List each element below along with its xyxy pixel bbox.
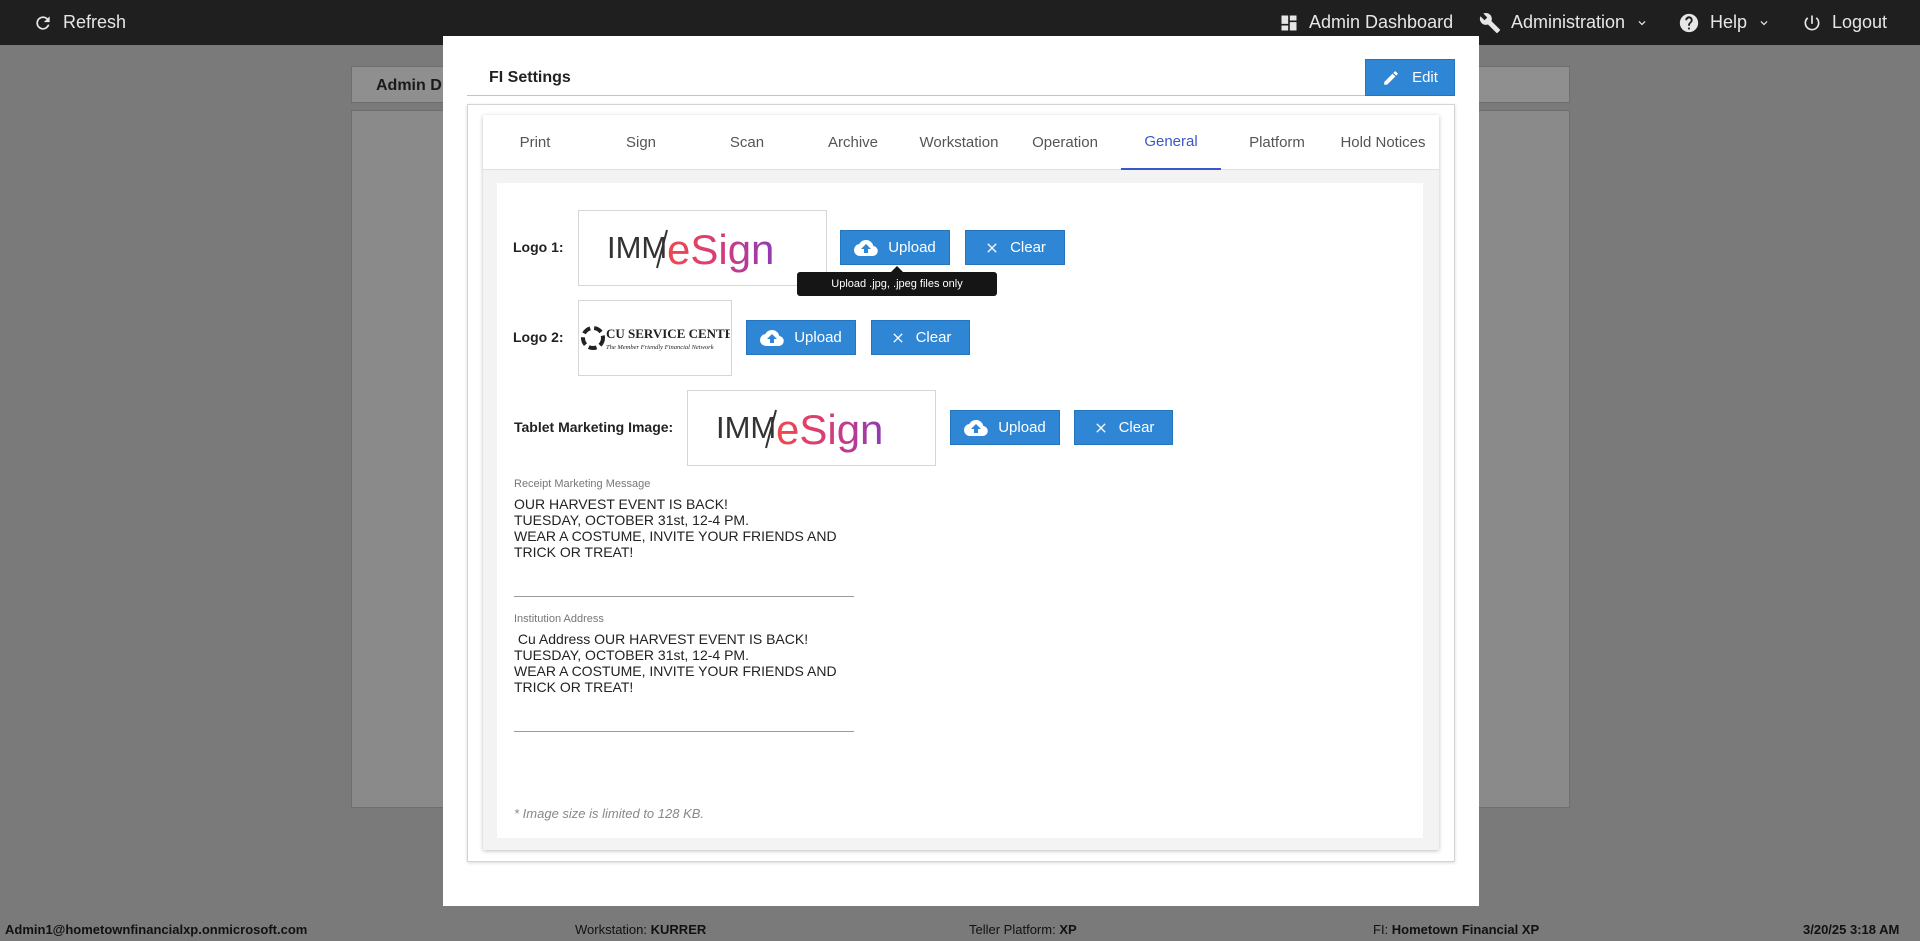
refresh-label: Refresh [63, 12, 127, 32]
logo2-clear-button[interactable]: Clear [871, 320, 970, 355]
refresh-icon [36, 15, 50, 30]
pencil-icon [1384, 70, 1398, 85]
tab-workstation[interactable]: Workstation [909, 115, 1009, 170]
logo1-clear-button[interactable]: Clear [965, 230, 1065, 265]
clear-label: Clear [1010, 239, 1046, 256]
tablet-upload-button[interactable]: Upload [950, 410, 1060, 445]
chevron-down-icon [1760, 20, 1768, 25]
tab-operation[interactable]: Operation [1015, 115, 1115, 170]
status-workstation: Workstation: KURRER [575, 922, 707, 937]
dashboard-icon [1281, 15, 1297, 30]
immesign-logo: IMM eSign [607, 226, 774, 273]
tablet-image-preview: IMM eSign [687, 390, 936, 466]
tablet-clear-button[interactable]: Clear [1074, 410, 1173, 445]
tab-archive[interactable]: Archive [803, 115, 903, 170]
receipt-message-textarea[interactable]: OUR HARVEST EVENT IS BACK! TUESDAY, OCTO… [514, 496, 837, 560]
logo1-preview: IMM eSign [578, 210, 827, 286]
help-menu[interactable]: Help [1678, 0, 1771, 45]
logo1-label: Logo 1: [513, 239, 564, 255]
tablet-image-label: Tablet Marketing Image: [514, 419, 674, 435]
settings-tabs: Print Sign Scan Archive Workstation Oper… [483, 115, 1439, 170]
chevron-down-icon [1638, 20, 1646, 25]
tab-print[interactable]: Print [485, 115, 585, 170]
status-datetime: 3/20/25 3:18 AM [1803, 922, 1900, 937]
tab-general[interactable]: General [1121, 115, 1221, 170]
modal-title: FI Settings [489, 69, 571, 86]
status-fi: FI: Hometown Financial XP [1373, 922, 1540, 937]
upload-label: Upload [794, 329, 842, 346]
svg-text:eSign: eSign [776, 406, 883, 453]
institution-address-label: Institution Address [514, 613, 604, 625]
image-size-note: * Image size is limited to 128 KB. [514, 806, 705, 821]
logo2-upload-button[interactable]: Upload [746, 320, 856, 355]
status-bar: Admin1@hometownfinancialxp.onmicrosoft.c… [0, 918, 1920, 941]
upload-tooltip: Upload .jpg, .jpeg files only [797, 266, 997, 296]
modal-header: FI Settings [467, 58, 1455, 96]
svg-text:The Member Friendly Financial: The Member Friendly Financial Network [606, 344, 714, 351]
immesign-logo: IMM eSign [716, 406, 883, 453]
receipt-message-label: Receipt Marketing Message [514, 478, 651, 490]
administration-label: Administration [1511, 12, 1626, 32]
tab-scan[interactable]: Scan [697, 115, 797, 170]
close-icon [1095, 422, 1106, 433]
administration-menu[interactable]: Administration [1479, 0, 1649, 45]
clear-label: Clear [1118, 419, 1155, 436]
institution-address-textarea[interactable]: Cu Address OUR HARVEST EVENT IS BACK! TU… [514, 631, 837, 695]
help-label: Help [1710, 12, 1748, 32]
logo2-preview: CU SERVICE CENTERS The Member Friendly F… [578, 300, 732, 376]
status-user: Admin1@hometownfinancialxp.onmicrosoft.c… [5, 922, 308, 937]
cloud-upload-icon [854, 239, 878, 256]
edit-label: Edit [1412, 69, 1438, 86]
close-icon [892, 332, 903, 343]
cloud-upload-icon [760, 329, 784, 346]
logo2-label: Logo 2: [513, 329, 564, 345]
cu-service-centers-logo: CU SERVICE CENTERS The Member Friendly F… [581, 326, 730, 351]
svg-text:CU SERVICE CENTERS: CU SERVICE CENTERS [606, 326, 730, 341]
close-icon [987, 242, 997, 253]
cloud-upload-icon [964, 419, 988, 436]
help-icon [1679, 13, 1699, 32]
tab-platform[interactable]: Platform [1227, 115, 1327, 170]
logo1-upload-button[interactable]: Upload [840, 230, 950, 265]
clear-label: Clear [915, 329, 952, 346]
tab-sign[interactable]: Sign [591, 115, 691, 170]
background-page-title: Admin D [376, 77, 442, 94]
admin-dashboard-label: Admin Dashboard [1309, 12, 1454, 32]
refresh-button[interactable]: Refresh [33, 0, 126, 45]
fi-settings-modal: FI Settings Edit Print Sign Scan Archive… [443, 36, 1479, 906]
edit-button[interactable]: Edit [1365, 59, 1455, 96]
logout-button[interactable]: Logout [1802, 0, 1887, 45]
upload-label: Upload [998, 419, 1046, 436]
logout-label: Logout [1832, 12, 1888, 32]
receipt-message-underline [514, 596, 854, 597]
status-teller-platform: Teller Platform: XP [969, 922, 1077, 937]
svg-text:eSign: eSign [667, 226, 774, 273]
tab-hold-notices[interactable]: Hold Notices [1333, 115, 1433, 170]
upload-label: Upload [888, 239, 936, 256]
power-icon [1804, 15, 1820, 30]
wrench-icon [1479, 12, 1501, 33]
institution-address-underline [514, 731, 854, 732]
